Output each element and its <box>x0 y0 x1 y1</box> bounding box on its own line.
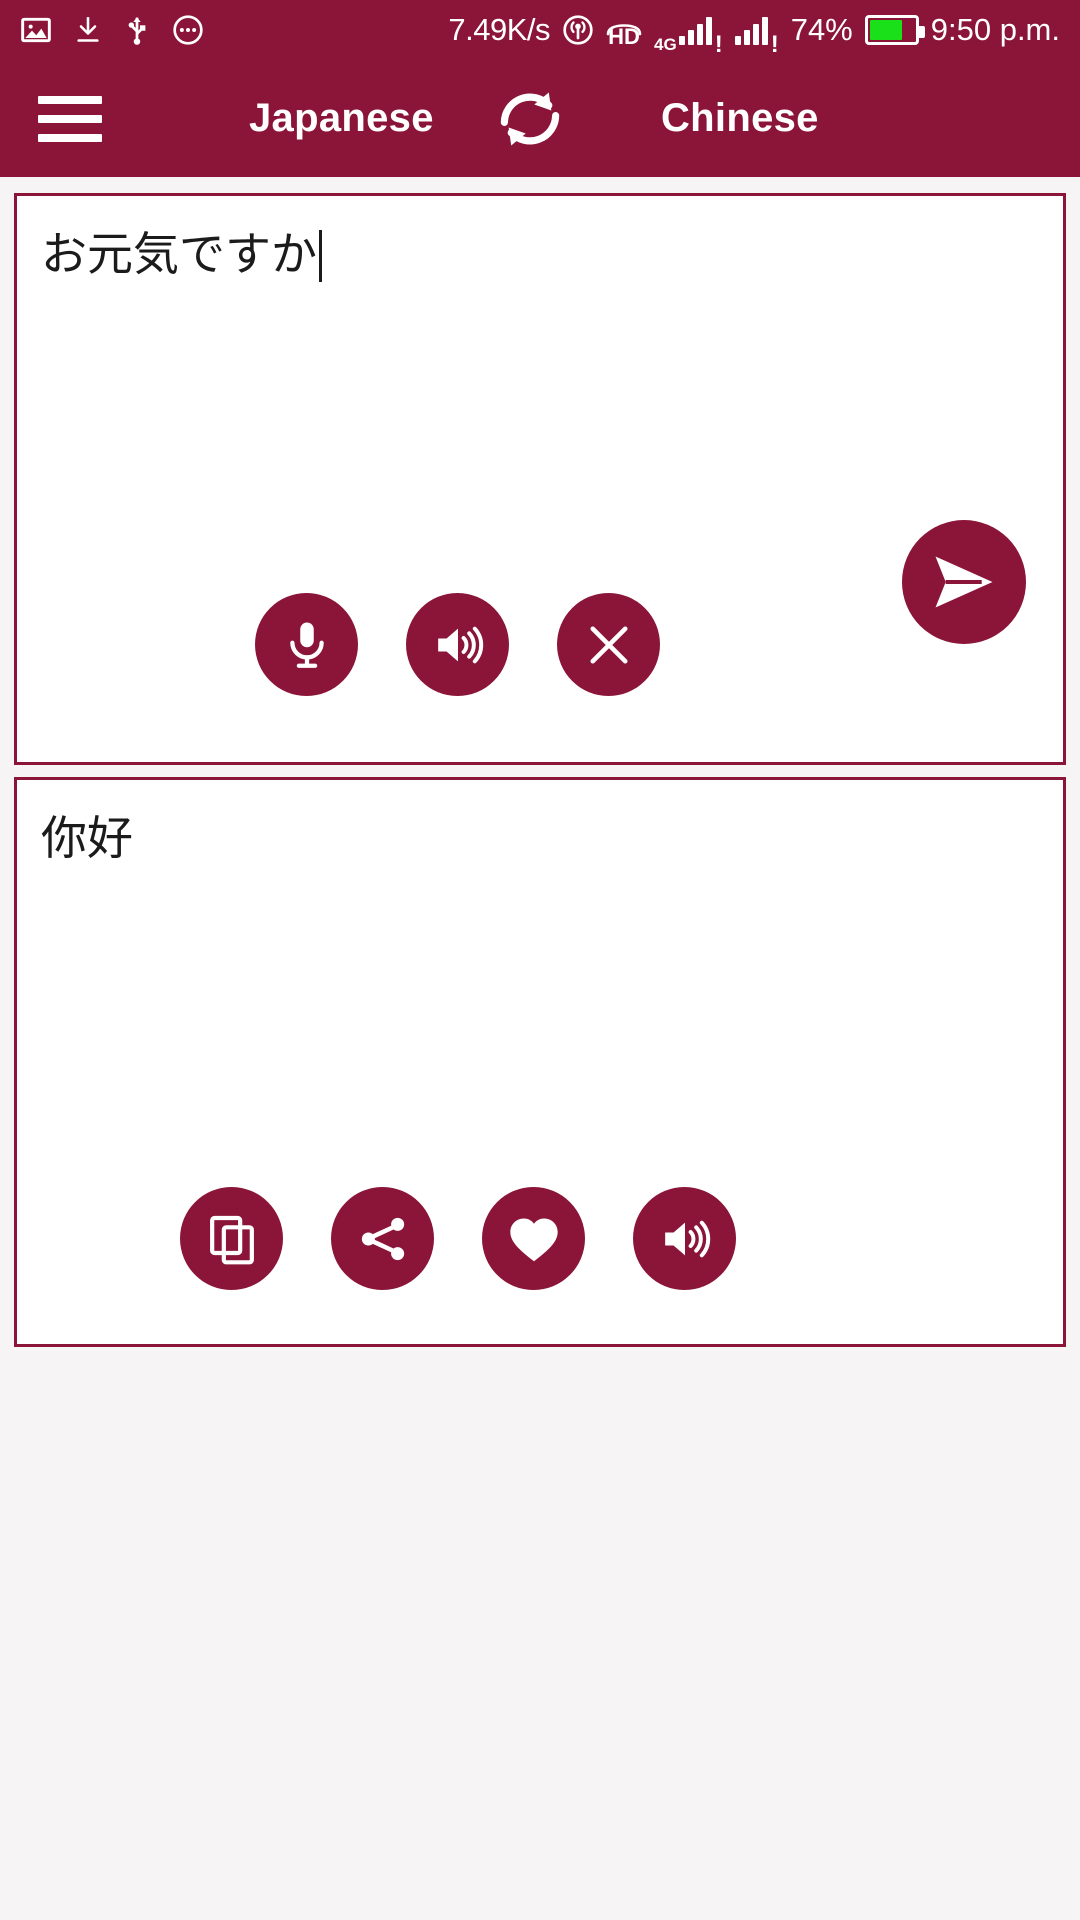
hd-call-icon: HD <box>606 23 642 49</box>
input-text-value: お元気ですか <box>41 227 317 281</box>
signal-bars-sim1 <box>678 15 712 45</box>
usb-icon <box>124 14 150 46</box>
output-text-value: 你好 <box>41 811 133 865</box>
battery-icon <box>864 15 925 45</box>
output-panel[interactable]: 你好 <box>14 777 1066 1347</box>
app-bar: Japanese Chinese <box>0 60 1080 177</box>
microphone-button[interactable] <box>255 593 358 696</box>
status-bar: 7.49K/s HD 4G ! ! 74% 9:50 p.m. <box>0 0 1080 60</box>
output-actions <box>17 1187 1063 1290</box>
input-panel[interactable]: お元気ですか <box>14 193 1066 765</box>
text-cursor <box>319 230 322 282</box>
hamburger-menu-icon[interactable] <box>38 95 102 142</box>
source-language-label[interactable]: Japanese <box>249 96 434 141</box>
battery-percent-label: 74% <box>790 12 853 47</box>
input-textarea[interactable]: お元気ですか <box>17 196 1063 284</box>
send-button[interactable] <box>902 520 1026 644</box>
clock-label: 9:50 p.m. <box>930 12 1060 47</box>
status-bar-right-group: 7.49K/s HD 4G ! ! 74% 9:50 p.m. <box>448 12 1060 57</box>
swap-languages-icon[interactable] <box>489 78 571 160</box>
copy-button[interactable] <box>180 1187 283 1290</box>
status-bar-left-icons <box>20 14 204 46</box>
network-speed: 7.49K/s <box>448 12 551 47</box>
translation-content: お元気ですか 你好 <box>0 193 1080 1347</box>
share-button[interactable] <box>331 1187 434 1290</box>
signal-bars-sim2-group: ! <box>734 15 779 57</box>
target-language-label[interactable]: Chinese <box>661 96 819 141</box>
clear-input-button[interactable] <box>557 593 660 696</box>
download-icon <box>74 14 102 46</box>
speak-output-button[interactable] <box>633 1187 736 1290</box>
favorite-button[interactable] <box>482 1187 585 1290</box>
hotspot-icon <box>562 14 594 46</box>
signal-bars-sim2 <box>734 15 768 45</box>
more-options-icon <box>172 14 204 46</box>
network-type-signal: 4G ! <box>654 15 723 57</box>
image-icon <box>20 14 52 46</box>
speak-input-button[interactable] <box>406 593 509 696</box>
input-actions <box>17 593 1063 696</box>
output-text: 你好 <box>17 780 1063 868</box>
